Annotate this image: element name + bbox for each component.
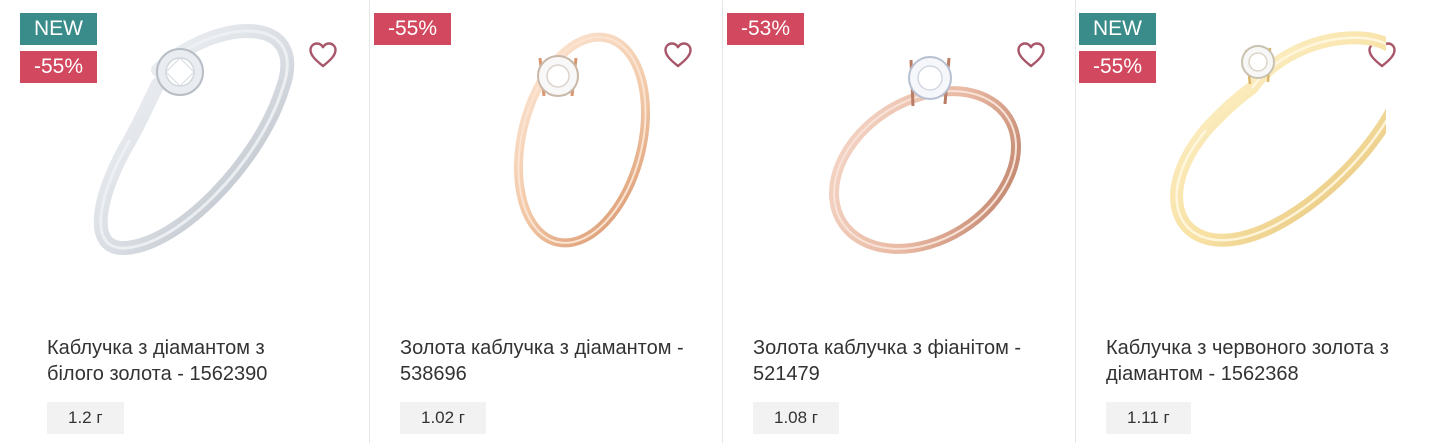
product-title[interactable]: Золота каблучка з діамантом - 538696	[400, 335, 700, 387]
discount-badge: -53%	[727, 13, 805, 45]
product-card[interactable]: -53% Золота каблучка з фіанітом - 521479…	[722, 0, 1075, 443]
product-card[interactable]: NEW -55% Каблучка з червоного золота з д…	[1075, 0, 1434, 443]
product-card[interactable]: NEW -55% Каблучка з діамантом з білого з…	[0, 0, 369, 443]
product-title[interactable]: Каблучка з червоного золота з діамантом …	[1106, 335, 1406, 387]
product-image[interactable]	[440, 20, 680, 260]
badge-group: NEW -55%	[20, 13, 98, 83]
product-card[interactable]: -55% Золота каблучка з діамантом - 53869…	[369, 0, 722, 443]
product-grid: NEW -55% Каблучка з діамантом з білого з…	[0, 0, 1434, 443]
new-badge: NEW	[1079, 13, 1156, 45]
product-image[interactable]	[70, 20, 310, 260]
discount-badge: -55%	[374, 13, 452, 45]
product-image[interactable]	[1146, 20, 1386, 260]
product-title[interactable]: Золота каблучка з фіанітом - 521479	[753, 335, 1053, 387]
weight-label: 1.11 г	[1106, 402, 1191, 434]
badge-group: -53%	[727, 13, 805, 45]
product-title[interactable]: Каблучка з діамантом з білого золота - 1…	[47, 335, 307, 387]
weight-label: 1.08 г	[753, 402, 840, 434]
discount-badge: -55%	[1079, 51, 1157, 83]
new-badge: NEW	[20, 13, 97, 45]
badge-group: -55%	[374, 13, 452, 45]
badge-group: NEW -55%	[1079, 13, 1157, 83]
weight-label: 1.2 г	[47, 402, 124, 434]
weight-label: 1.02 г	[400, 402, 487, 434]
discount-badge: -55%	[20, 51, 98, 83]
product-image[interactable]	[793, 20, 1033, 260]
heart-outline-icon[interactable]	[308, 40, 338, 70]
